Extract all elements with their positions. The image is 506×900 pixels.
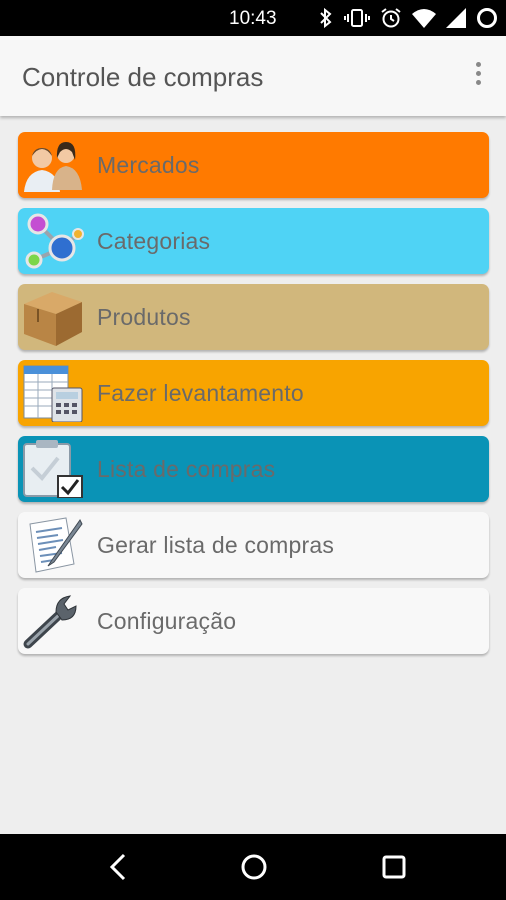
battery-circle-icon	[477, 8, 497, 28]
overflow-menu-icon[interactable]	[472, 62, 484, 90]
cell-signal-icon	[446, 8, 466, 28]
menu-item-produtos[interactable]: Produtos	[18, 284, 489, 350]
menu-label: Produtos	[97, 304, 191, 330]
status-time: 10:43	[229, 8, 277, 29]
menu-label: Fazer levantamento	[97, 380, 304, 406]
main-menu: Mercados Categorias Produtos Fazer levan…	[18, 132, 489, 664]
people-icon	[24, 142, 82, 192]
alarm-icon	[381, 8, 401, 28]
back-icon[interactable]	[104, 852, 134, 882]
app-title: Controle de compras	[22, 62, 264, 92]
navigation-bar	[0, 834, 506, 900]
menu-label: Configuração	[97, 608, 237, 634]
clipboard-check-icon	[23, 440, 83, 498]
document-pen-icon	[29, 517, 83, 573]
menu-item-gerar-lista-de-compras[interactable]: Gerar lista de compras	[18, 512, 489, 578]
wrench-icon	[23, 595, 77, 649]
status-bar: 10:43	[0, 0, 506, 36]
vibrate-icon	[344, 9, 370, 27]
box-icon	[24, 292, 82, 346]
menu-label: Mercados	[97, 152, 200, 178]
menu-item-mercados[interactable]: Mercados	[18, 132, 489, 198]
menu-item-lista-de-compras[interactable]: Lista de compras	[18, 436, 489, 502]
menu-item-categorias[interactable]: Categorias	[18, 208, 489, 274]
bluetooth-icon	[320, 7, 332, 29]
menu-item-fazer-levantamento[interactable]: Fazer levantamento	[18, 360, 489, 426]
spreadsheet-calculator-icon	[23, 365, 83, 422]
network-icon	[25, 213, 84, 269]
recents-icon[interactable]	[379, 852, 409, 882]
menu-item-configuracao[interactable]: Configuração	[18, 588, 489, 654]
menu-label: Gerar lista de compras	[97, 532, 335, 558]
menu-label: Categorias	[97, 228, 211, 254]
wifi-icon	[412, 9, 436, 28]
home-icon[interactable]	[239, 852, 269, 882]
menu-label: Lista de compras	[97, 456, 276, 482]
app-bar: Controle de compras	[0, 36, 506, 116]
